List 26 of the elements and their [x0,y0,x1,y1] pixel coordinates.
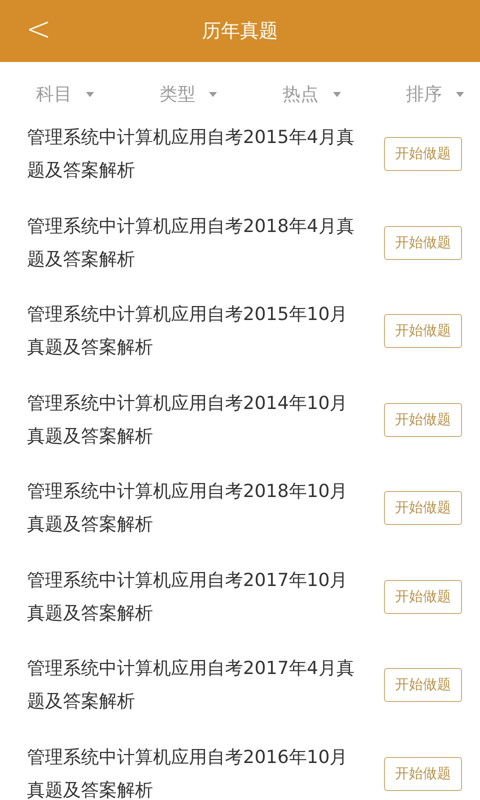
paper-title[interactable]: 管理系统中计算机应用自考2018年4月真题及答案解析 [27,210,357,276]
start-button[interactable]: 开始做题 [384,226,462,260]
start-button[interactable]: 开始做题 [384,137,462,172]
paper-title[interactable]: 管理系统中计算机应用自考2014年10月真题及答案解析 [27,386,357,453]
paper-title[interactable]: 管理系统中计算机应用自考2017年10月真题及答案解析 [27,564,357,630]
start-button[interactable]: 开始做题 [384,491,462,526]
start-button[interactable]: 开始做题 [384,756,462,791]
filter-dropdown[interactable]: 科目 [36,78,94,110]
filter-dropdown[interactable]: 类型 [159,78,218,110]
paper-title[interactable]: 管理系统中计算机应用自考2016年10月真题及答案解析 [27,740,357,800]
filter-dropdown[interactable]: 排序 [406,78,464,110]
caret-icon [456,92,464,96]
caret-icon [209,92,218,96]
paper-title[interactable]: 管理系统中计算机应用自考2017年4月真题及答案解析 [27,652,357,718]
filter-dropdown[interactable]: 热点 [282,78,341,110]
caret-icon [332,92,341,96]
paper-title[interactable]: 管理系统中计算机应用自考2015年10月真题及答案解析 [27,298,357,364]
caret-icon [86,92,94,96]
start-button[interactable]: 开始做题 [384,580,462,614]
start-button[interactable]: 开始做题 [384,402,462,437]
page-title: 历年真题 [202,19,278,44]
paper-title[interactable]: 管理系统中计算机应用自考2015年4月真题及答案解析 [27,121,357,188]
start-button[interactable]: 开始做题 [384,314,462,348]
paper-title[interactable]: 管理系统中计算机应用自考2018年10月真题及答案解析 [27,475,357,542]
start-button[interactable]: 开始做题 [384,668,462,702]
back-button[interactable]: < [26,10,52,50]
